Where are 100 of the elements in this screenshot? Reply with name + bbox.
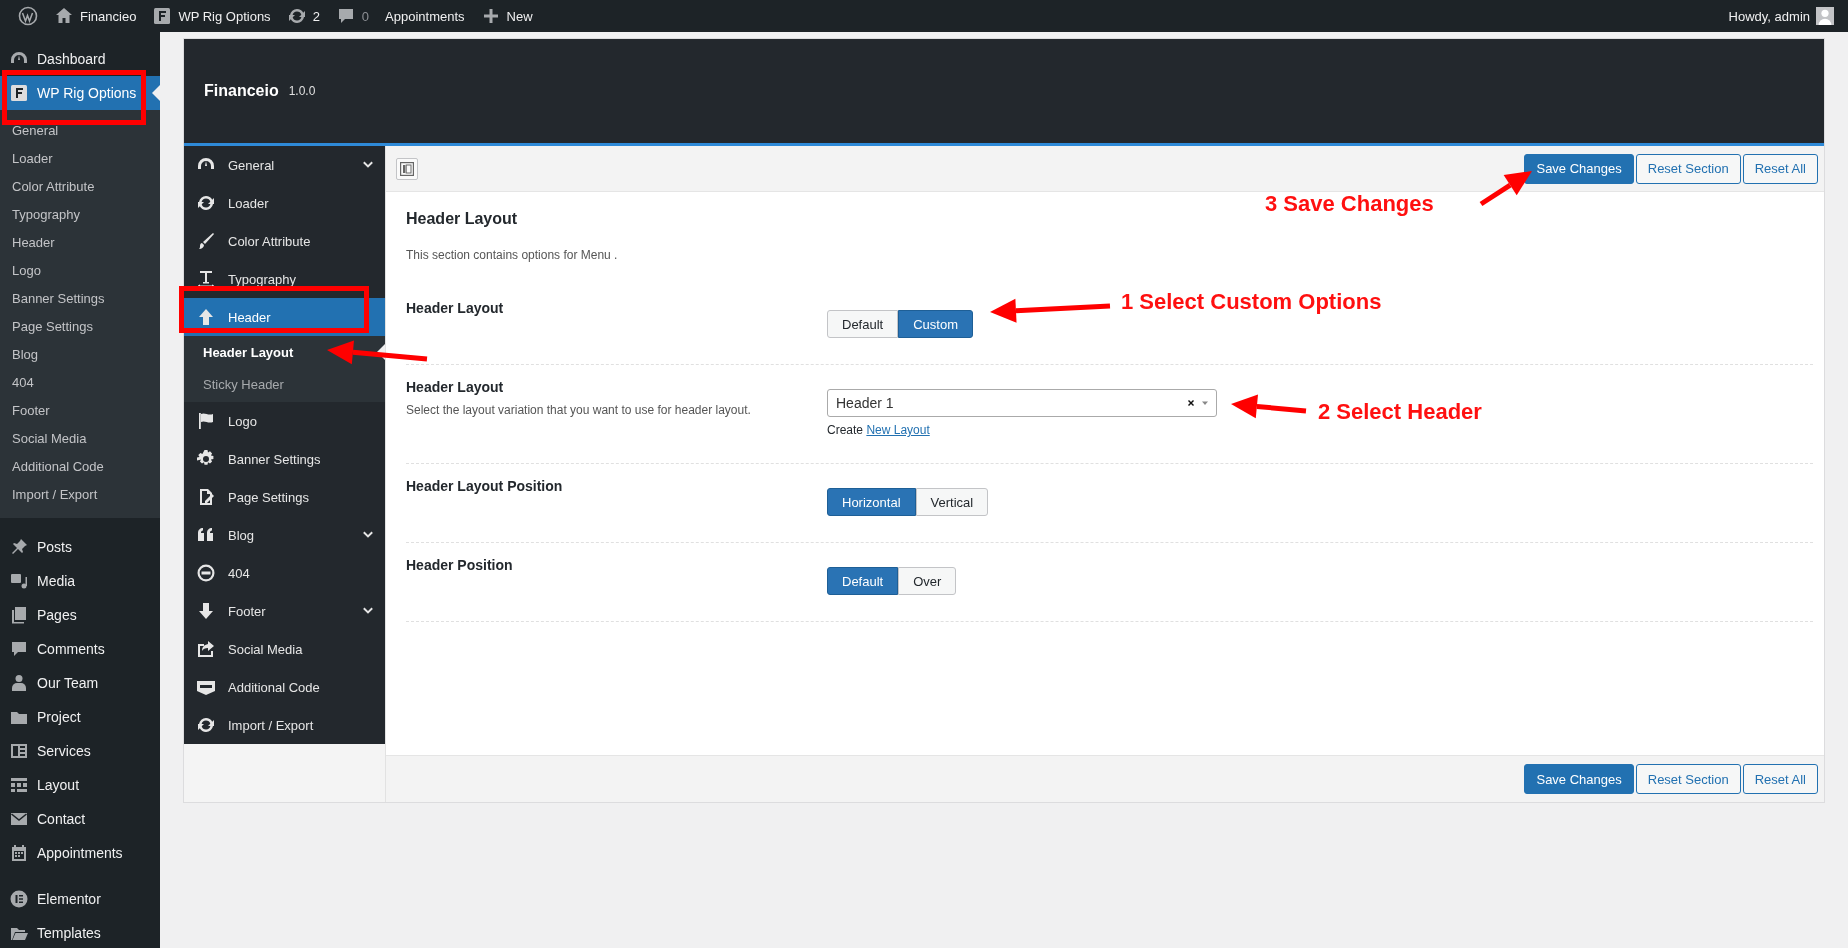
grid-icon xyxy=(9,775,29,795)
options-menu-item[interactable]: Typography xyxy=(184,260,385,298)
menu-item[interactable]: Elementor xyxy=(0,882,160,916)
section-description: This section contains options for Menu . xyxy=(406,248,619,262)
option-button[interactable]: Default xyxy=(827,310,899,338)
options-submenu-item[interactable]: Header Layout xyxy=(184,336,385,368)
submenu-item[interactable]: Typography xyxy=(0,200,160,228)
option-button[interactable]: Default xyxy=(827,567,899,595)
options-menu-item[interactable]: General xyxy=(184,146,385,184)
account-menu[interactable]: Howdy, admin xyxy=(1720,0,1842,32)
layout-toggle-button[interactable] xyxy=(396,157,418,180)
menu-item[interactable]: Media xyxy=(0,564,160,598)
menu-item[interactable]: Comments xyxy=(0,632,160,666)
toolbar-link[interactable]: Appointments xyxy=(377,0,473,32)
options-menu-item[interactable]: 404 xyxy=(184,554,385,592)
columns-icon xyxy=(9,741,29,761)
save-button[interactable]: Save Changes xyxy=(1524,764,1634,794)
submenu-item[interactable]: Social Media xyxy=(0,424,160,452)
options-menu-item[interactable]: Page Settings xyxy=(184,478,385,516)
options-icon xyxy=(152,6,173,26)
submenu-item[interactable]: Banner Settings xyxy=(0,284,160,312)
options-menu-item[interactable]: Banner Settings xyxy=(184,440,385,478)
new-layout-link[interactable]: New Layout xyxy=(866,423,930,437)
options-menu-item[interactable]: Import / Export xyxy=(184,706,385,744)
circle-logo-icon xyxy=(9,889,29,909)
options-menu-item[interactable]: Footer xyxy=(184,592,385,630)
annotation-text: 1 Select Custom Options xyxy=(1121,289,1382,315)
select-field[interactable]: Header 1 xyxy=(827,389,1217,417)
home-icon xyxy=(54,6,74,26)
comment-icon xyxy=(9,639,29,659)
options-menu-item[interactable]: Color Attribute xyxy=(184,222,385,260)
option-button[interactable]: Custom xyxy=(898,310,973,338)
reset-button[interactable]: Reset All xyxy=(1742,153,1818,184)
submenu-item[interactable]: Header xyxy=(0,228,160,256)
flag-icon xyxy=(196,411,216,431)
calendar-icon xyxy=(9,843,29,863)
options-menu-item[interactable]: Social Media xyxy=(184,630,385,668)
menu-item[interactable]: Appointments xyxy=(0,836,160,870)
comments-link[interactable]: 0 xyxy=(327,0,378,32)
field-label: Header Layout Position xyxy=(406,478,564,494)
options-menu-item[interactable]: Blog xyxy=(184,516,385,554)
menu-item[interactable]: Services xyxy=(0,734,160,768)
annotation-text: 3 Save Changes xyxy=(1265,191,1434,217)
menu-pointer xyxy=(152,85,160,101)
refresh-icon xyxy=(196,193,216,213)
annotation-arrow xyxy=(1479,171,1532,207)
options-icon xyxy=(9,83,29,103)
submenu-item[interactable]: General xyxy=(0,116,160,144)
options-submenu-item[interactable]: Sticky Header xyxy=(184,368,385,400)
menu-item[interactable]: WP Rig Options xyxy=(0,76,160,110)
menu-item[interactable]: Templates xyxy=(0,916,160,948)
avatar-icon xyxy=(1816,7,1834,25)
submenu-item[interactable]: Logo xyxy=(0,256,160,284)
toolbar-link[interactable]: New xyxy=(472,0,541,32)
menu-item[interactable]: Dashboard xyxy=(0,42,160,76)
submenu-item[interactable]: Loader xyxy=(0,144,160,172)
wordpress-logo-icon xyxy=(18,6,38,26)
menu-item[interactable]: Our Team xyxy=(0,666,160,700)
section-title: Header Layout xyxy=(406,210,519,228)
menu-item[interactable]: Pages xyxy=(0,598,160,632)
reset-button[interactable]: Reset Section xyxy=(1635,153,1741,184)
theme-title: Financeio xyxy=(204,82,279,100)
media-icon xyxy=(9,571,29,591)
field-label: Header Layout xyxy=(406,379,505,395)
updates-link[interactable]: 2 xyxy=(278,0,328,32)
toolbar-link[interactable]: WP Rig Options xyxy=(144,0,279,32)
submenu-item[interactable]: 404 xyxy=(0,368,160,396)
text-icon xyxy=(196,269,216,289)
share-icon xyxy=(196,639,216,659)
menu-item[interactable]: Posts xyxy=(0,530,160,564)
submenu-item[interactable]: Footer xyxy=(0,396,160,424)
version-label: 1.0.0 xyxy=(288,84,316,98)
layout-toggle-icon xyxy=(399,160,415,177)
submenu-item[interactable]: Page Settings xyxy=(0,312,160,340)
submenu-item[interactable]: Import / Export xyxy=(0,480,160,508)
arrow-up-icon xyxy=(196,307,216,327)
options-menu-item[interactable]: Loader xyxy=(184,184,385,222)
annotation-text: 2 Select Header xyxy=(1318,399,1482,425)
options-menu-item[interactable]: Additional Code xyxy=(184,668,385,706)
submenu-item[interactable]: Color Attribute xyxy=(0,172,160,200)
menu-item[interactable]: Project xyxy=(0,700,160,734)
arrow-down-icon xyxy=(196,601,216,621)
create-label: Create xyxy=(827,423,864,437)
pages-icon xyxy=(9,605,29,625)
field-label: Header Position xyxy=(406,557,514,573)
option-button[interactable]: Over xyxy=(898,567,957,595)
toolbar-link[interactable]: Financieo xyxy=(46,0,145,32)
menu-item[interactable]: Layout xyxy=(0,768,160,802)
options-menu-item[interactable]: Logo xyxy=(184,402,385,440)
submenu-item[interactable]: Additional Code xyxy=(0,452,160,480)
refresh-icon xyxy=(286,6,307,26)
reset-button[interactable]: Reset All xyxy=(1742,764,1818,794)
brush-icon xyxy=(196,231,216,251)
menu-item[interactable]: Contact xyxy=(0,802,160,836)
submenu-item[interactable]: Blog xyxy=(0,340,160,368)
option-button[interactable]: Horizontal xyxy=(827,488,916,516)
refresh-icon xyxy=(196,715,216,735)
reset-button[interactable]: Reset Section xyxy=(1635,764,1741,794)
save-button[interactable]: Save Changes xyxy=(1524,153,1634,184)
option-button[interactable]: Vertical xyxy=(915,488,989,516)
